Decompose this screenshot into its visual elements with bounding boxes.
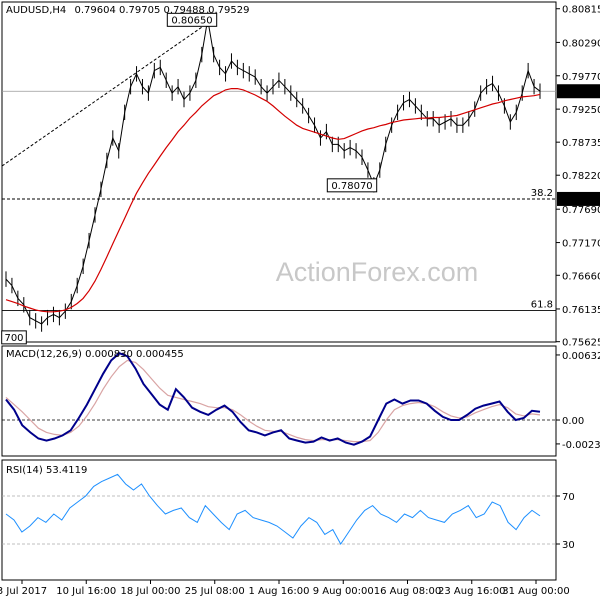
fib-level-label: 61.8 bbox=[531, 300, 553, 311]
macd-axis-label: 0.006329 bbox=[562, 351, 600, 362]
rsi-panel-title: RSI(14) 53.4119 bbox=[6, 465, 87, 476]
time-axis-label: 23 Aug 16:00 bbox=[438, 586, 505, 597]
time-axis-label: 16 Aug 08:00 bbox=[374, 586, 441, 597]
macd-axis-label: 0.00 bbox=[562, 416, 584, 427]
fib-value-label: 0.77850 bbox=[560, 195, 600, 206]
price-axis-label: 0.80815 bbox=[562, 5, 600, 16]
time-axis-label: 10 Jul 16:00 bbox=[56, 586, 116, 597]
time-axis-label: 1 Aug 16:00 bbox=[248, 586, 309, 597]
price-axis-label: 0.79250 bbox=[562, 105, 600, 116]
price-axis-label: 0.76135 bbox=[562, 305, 600, 316]
price-axis-label: 0.78735 bbox=[562, 138, 600, 149]
rsi-axis-label: 70 bbox=[562, 492, 575, 503]
time-axis-label: 3 Jul 2017 bbox=[0, 586, 47, 597]
price-axis-label: 0.80290 bbox=[562, 38, 600, 49]
price-axis-label: 0.77690 bbox=[562, 205, 600, 216]
time-axis-label: 9 Aug 00:00 bbox=[313, 586, 374, 597]
ohlc-values: 0.79604 0.79705 0.79488 0.79529 bbox=[74, 5, 249, 16]
price-axis-label: 0.77170 bbox=[562, 239, 600, 250]
watermark: ActionForex.com bbox=[276, 257, 479, 287]
price-axis-label: 0.75625 bbox=[562, 338, 600, 349]
price-axis-label: 0.76660 bbox=[562, 271, 600, 282]
rsi-axis-label: 30 bbox=[562, 540, 575, 551]
chart-background bbox=[0, 0, 600, 600]
price-axis-label: 0.78220 bbox=[562, 171, 600, 182]
macd-axis-label: -0.002324 bbox=[562, 440, 600, 451]
chart-canvas: ActionForex.com AUDUSD,H4 0.79604 0.7970… bbox=[0, 0, 600, 600]
time-axis-label: 25 Jul 08:00 bbox=[185, 586, 245, 597]
symbol-label: AUDUSD,H4 bbox=[6, 5, 66, 16]
macd-panel-title: MACD(12,26,9) 0.000830 0.000455 bbox=[6, 349, 184, 360]
time-axis-label: 18 Jul 00:00 bbox=[121, 586, 181, 597]
fib-level-label: 38.2 bbox=[531, 188, 553, 199]
price-axis-label: 0.79770 bbox=[562, 72, 600, 83]
price-annotation-label: 700 bbox=[4, 333, 23, 344]
time-axis-label: 31 Aug 00:00 bbox=[502, 586, 569, 597]
price-annotation-label: 0.80650 bbox=[171, 15, 212, 26]
current-price-label: 0.79529 bbox=[560, 87, 600, 98]
price-annotation-label: 0.78070 bbox=[331, 181, 372, 192]
